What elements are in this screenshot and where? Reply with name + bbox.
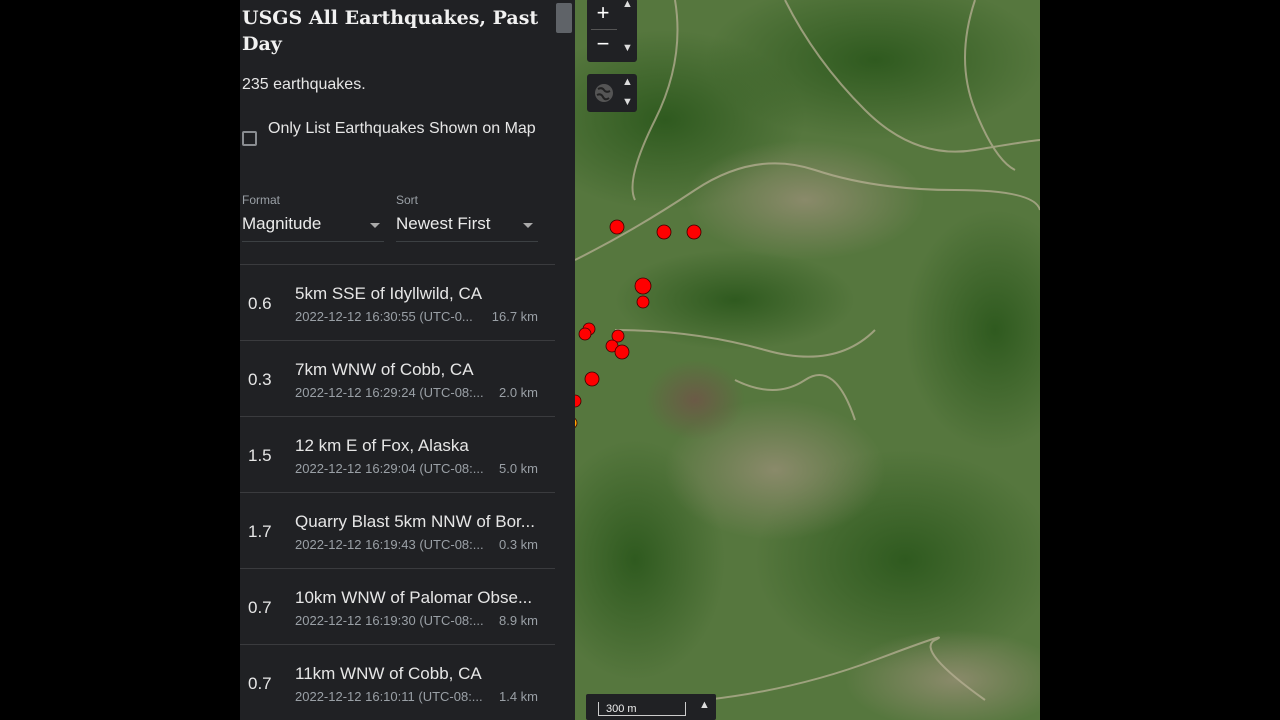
- event-time: 2022-12-12 16:29:24 (UTC-08:...: [295, 385, 484, 400]
- list-item[interactable]: 1.7 Quarry Blast 5km NNW of Bor... 2022-…: [240, 492, 555, 568]
- zoom-divider: [591, 29, 617, 30]
- earthquake-marker[interactable]: [656, 224, 672, 240]
- list-item[interactable]: 1.5 12 km E of Fox, Alaska 2022-12-12 16…: [240, 416, 555, 492]
- zoom-in-button[interactable]: +: [591, 0, 615, 26]
- sort-underline: [396, 241, 538, 242]
- event-time: 2022-12-12 16:10:11 (UTC-08:...: [295, 689, 483, 704]
- sort-dropdown-arrow-icon[interactable]: [523, 223, 533, 228]
- magnitude: 1.5: [248, 446, 272, 465]
- chevron-up-icon[interactable]: ▲: [622, 76, 633, 88]
- earthquake-marker[interactable]: [584, 371, 600, 387]
- earthquake-marker[interactable]: [578, 327, 592, 341]
- globe-icon[interactable]: [593, 82, 615, 104]
- event-time: 2022-12-12 16:29:04 (UTC-08:...: [295, 461, 484, 476]
- event-depth: 8.9 km: [498, 613, 538, 628]
- sort-select[interactable]: Newest First: [396, 214, 490, 234]
- place-name: 12 km E of Fox, Alaska: [295, 436, 469, 455]
- place-name: 10km WNW of Palomar Obse...: [295, 588, 533, 607]
- format-underline: [242, 241, 384, 242]
- earthquake-list: 0.6 5km SSE of Idyllwild, CA 2022-12-12 …: [240, 264, 555, 720]
- scale-label: 300 m: [606, 703, 637, 715]
- format-dropdown-arrow-icon[interactable]: [370, 223, 380, 228]
- list-scrollbar-thumb[interactable]: [556, 3, 572, 33]
- earthquake-markers: [575, 219, 702, 429]
- zoom-control: + − ▲ ▼: [587, 0, 637, 62]
- magnitude: 0.6: [248, 294, 272, 313]
- place-name: 7km WNW of Cobb, CA: [295, 360, 474, 379]
- event-time: 2022-12-12 16:30:55 (UTC-0...: [295, 309, 473, 324]
- event-depth: 0.3 km: [498, 537, 538, 552]
- earthquake-marker[interactable]: [614, 344, 630, 360]
- layer-control: ▲ ▼: [587, 74, 637, 112]
- earthquake-list-panel: USGS All Earthquakes, Past Day 235 earth…: [240, 0, 575, 720]
- event-depth: 16.7 km: [491, 309, 538, 324]
- magnitude: 0.7: [248, 598, 272, 617]
- earthquake-marker[interactable]: [575, 417, 578, 429]
- map-view[interactable]: + − ▲ ▼ ▲ ▼ 300 m ▲: [575, 0, 1040, 720]
- magnitude: 0.7: [248, 674, 272, 693]
- list-item[interactable]: 0.7 11km WNW of Cobb, CA 2022-12-12 16:1…: [240, 644, 555, 720]
- event-depth: 2.0 km: [498, 385, 538, 400]
- place-name: Quarry Blast 5km NNW of Bor...: [295, 512, 535, 531]
- app-window: USGS All Earthquakes, Past Day 235 earth…: [240, 0, 1040, 720]
- format-caption: Format: [242, 193, 281, 207]
- only-list-shown-checkbox[interactable]: [242, 131, 257, 146]
- format-select[interactable]: Magnitude: [242, 214, 321, 234]
- earthquake-marker[interactable]: [636, 295, 650, 309]
- chevron-down-icon[interactable]: ▼: [622, 42, 633, 54]
- place-name: 11km WNW of Cobb, CA: [295, 664, 482, 683]
- earthquake-marker[interactable]: [575, 394, 582, 408]
- earthquake-marker[interactable]: [686, 224, 702, 240]
- earthquake-count: 235 earthquakes.: [242, 76, 366, 93]
- zoom-out-button[interactable]: −: [591, 31, 615, 57]
- list-item[interactable]: 0.6 5km SSE of Idyllwild, CA 2022-12-12 …: [240, 264, 555, 340]
- chevron-up-icon[interactable]: ▲: [699, 699, 710, 711]
- scale-bar-control: 300 m ▲: [586, 694, 716, 720]
- magnitude: 1.7: [248, 522, 272, 541]
- feed-title: USGS All Earthquakes, Past Day: [242, 7, 539, 55]
- earthquake-marker[interactable]: [609, 219, 625, 235]
- sort-caption: Sort: [396, 193, 419, 207]
- list-item[interactable]: 0.7 10km WNW of Palomar Obse... 2022-12-…: [240, 568, 555, 644]
- magnitude: 0.3: [248, 370, 272, 389]
- chevron-down-icon[interactable]: ▼: [622, 96, 633, 108]
- earthquake-marker[interactable]: [634, 277, 652, 295]
- event-time: 2022-12-12 16:19:30 (UTC-08:...: [295, 613, 484, 628]
- event-time: 2022-12-12 16:19:43 (UTC-08:...: [295, 537, 484, 552]
- chevron-up-icon[interactable]: ▲: [622, 0, 633, 10]
- list-item[interactable]: 0.3 7km WNW of Cobb, CA 2022-12-12 16:29…: [240, 340, 555, 416]
- list-scrollbar[interactable]: [556, 0, 575, 720]
- place-name: 5km SSE of Idyllwild, CA: [295, 284, 483, 303]
- event-depth: 1.4 km: [498, 689, 538, 704]
- only-list-shown-label[interactable]: Only List Earthquakes Shown on Map: [268, 115, 548, 142]
- event-depth: 5.0 km: [498, 461, 538, 476]
